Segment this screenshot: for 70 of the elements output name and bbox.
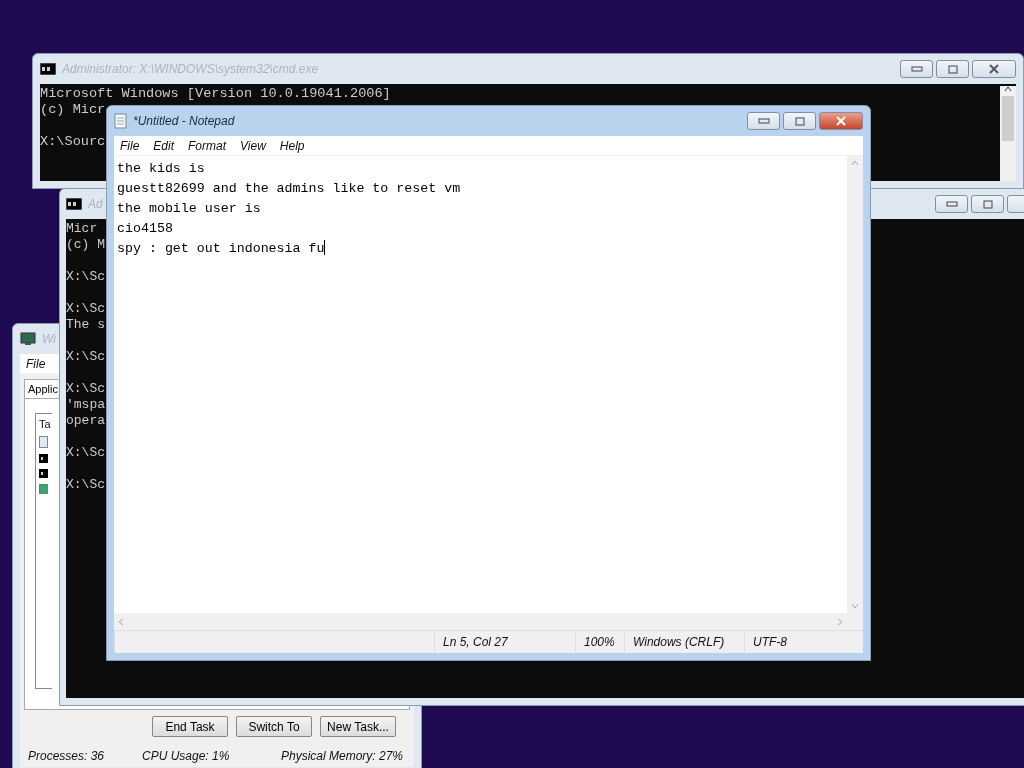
text-line: spy : get out indonesia fu: [117, 241, 325, 256]
text-line: guestt82699 and the admins like to reset vm: [117, 181, 461, 196]
scroll-up-icon: [851, 160, 859, 166]
close-icon: [836, 116, 846, 126]
menu-item[interactable]: Format: [188, 138, 227, 153]
status-text: CPU Usage: 1%: [141, 749, 231, 763]
window-title: *Untitled - Notepad: [133, 114, 235, 128]
console-line: Microsoft Windows [Version 10.0.19041.2006]: [40, 86, 391, 102]
dialog-button[interactable]: Switch To: [236, 716, 312, 737]
menu-item[interactable]: File: [26, 356, 46, 371]
column-header[interactable]: Ta: [39, 418, 51, 430]
console-line: X:\Sc: [66, 381, 105, 397]
tab[interactable]: Applic: [24, 379, 58, 398]
status-text: Processes: 36: [27, 749, 106, 763]
console-icon: [39, 469, 48, 478]
scroll-right-icon: [837, 617, 843, 626]
minimize-icon: [945, 201, 958, 207]
maximize-icon: [982, 199, 993, 209]
console-line: (c) Micr: [40, 102, 106, 118]
maximize-icon: [947, 64, 958, 74]
console-icon: [39, 454, 48, 463]
scroll-left-icon: [118, 617, 124, 626]
console-icon: [66, 198, 82, 210]
menu-item[interactable]: Edit: [153, 138, 175, 153]
close-button[interactable]: [819, 112, 863, 130]
notepad-icon: [114, 113, 127, 129]
console-line: X:\Sc: [66, 445, 105, 461]
console-line: opera: [66, 413, 105, 429]
close-icon: [989, 64, 999, 74]
console-line: X:\Sc: [66, 301, 105, 317]
status-text: Ln 5, Col 27: [434, 631, 575, 653]
menu-item[interactable]: File: [120, 138, 140, 153]
menu-item[interactable]: View: [240, 138, 266, 153]
text-line: the kids is: [117, 161, 205, 176]
maximize-button[interactable]: [783, 112, 816, 130]
text-cursor: [324, 240, 326, 256]
console-line: The s: [66, 317, 105, 333]
status-text: UTF-8: [744, 631, 857, 653]
text-line: the mobile user is: [117, 201, 261, 216]
scroll-down-icon: [851, 603, 859, 609]
scroll-up-icon: [1004, 86, 1012, 92]
scrollbar-thumb[interactable]: [1002, 96, 1014, 141]
status-text: Physical Memory: 27%: [280, 749, 405, 763]
dialog-button[interactable]: End Task: [152, 716, 228, 737]
minimize-button[interactable]: [747, 112, 780, 130]
maximize-icon: [794, 116, 805, 126]
minimize-button[interactable]: [900, 60, 933, 78]
maximize-button[interactable]: [971, 195, 1004, 213]
console-line: X:\Sc: [66, 349, 105, 365]
dialog-button[interactable]: New Task...: [320, 716, 396, 737]
console-line: X:\Sc: [66, 269, 105, 285]
console-line: Micr: [66, 221, 98, 237]
close-button[interactable]: [972, 60, 1016, 78]
horizontal-scrollbar[interactable]: [114, 613, 863, 630]
minimize-icon: [910, 66, 923, 72]
console-line: X:\Sc: [66, 477, 105, 493]
text-line: cio4158: [117, 221, 173, 236]
scrollbar[interactable]: [1000, 86, 1016, 181]
console-icon: [40, 63, 56, 75]
menu-item[interactable]: Help: [279, 138, 305, 153]
console-line: X:\Sourc: [40, 134, 106, 150]
minimize-button[interactable]: [935, 195, 968, 213]
status-text: 100%: [575, 631, 624, 653]
status-text: Windows (CRLF): [624, 631, 744, 653]
minimize-icon: [757, 118, 770, 124]
scrollbar[interactable]: [847, 156, 863, 613]
console-line: (c) M: [66, 237, 105, 253]
maximize-button[interactable]: [936, 60, 969, 78]
console-line: 'mspa: [66, 397, 105, 413]
notepad-icon: [39, 436, 48, 448]
